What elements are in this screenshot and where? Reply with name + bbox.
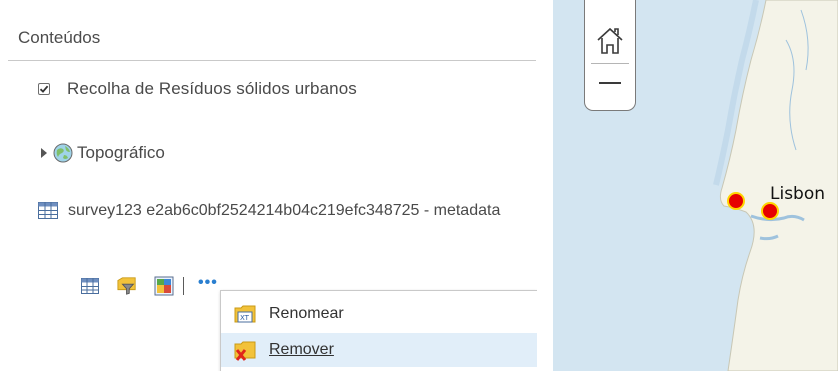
- table-layer-icon: [38, 202, 58, 219]
- map-navigation-widget: [584, 0, 636, 111]
- toolbar-separator: [183, 277, 184, 295]
- expand-caret-icon[interactable]: [41, 148, 47, 158]
- layer-label-recolha: Recolha de Resíduos sólidos urbanos: [67, 79, 357, 98]
- menu-item-remove[interactable]: Remover: [221, 333, 537, 367]
- layer-visibility-checkbox[interactable]: [38, 83, 50, 95]
- layer-label-topografico: Topográfico: [77, 143, 165, 162]
- checkmark-icon: [39, 85, 49, 93]
- map-point-marker[interactable]: [727, 192, 745, 210]
- filter-icon: [117, 277, 136, 295]
- rename-icon: XT: [233, 302, 257, 326]
- map-city-label: Lisbon: [770, 184, 826, 204]
- basemap-globe-icon: [53, 143, 73, 163]
- menu-label-rename: Renomear: [269, 305, 344, 322]
- nav-divider: [591, 63, 629, 64]
- layer-context-menu: XT Renomear Remover: [220, 290, 538, 371]
- change-style-button[interactable]: [154, 276, 174, 296]
- panel-map-gutter: [537, 0, 553, 371]
- home-icon: [597, 27, 623, 54]
- layer-item-recolha[interactable]: Recolha de Resíduos sólidos urbanos: [38, 78, 357, 100]
- layer-toolbar: •••: [80, 274, 218, 296]
- table-icon: [81, 278, 99, 294]
- map-point-marker[interactable]: [761, 202, 779, 220]
- style-icon: [154, 276, 174, 296]
- zoom-out-button[interactable]: [585, 68, 635, 98]
- svg-text:XT: XT: [240, 314, 250, 322]
- open-table-button[interactable]: [80, 276, 100, 296]
- layer-label-survey: survey123 e2ab6c0bf2524214b04c219efc3487…: [68, 202, 501, 219]
- panel-divider: [8, 60, 536, 61]
- minus-icon: [599, 82, 621, 84]
- filter-button[interactable]: [117, 276, 137, 296]
- more-options-button[interactable]: •••: [198, 274, 218, 292]
- home-button[interactable]: [585, 20, 635, 62]
- panel-title: Conteúdos: [18, 28, 101, 47]
- layer-item-topografico[interactable]: Topográfico: [41, 141, 165, 165]
- menu-label-remove: Remover: [269, 341, 334, 358]
- contents-panel: Conteúdos Recolha de Resíduos sólidos ur…: [0, 0, 546, 371]
- menu-item-rename[interactable]: XT Renomear: [221, 297, 537, 331]
- remove-icon: [233, 338, 257, 362]
